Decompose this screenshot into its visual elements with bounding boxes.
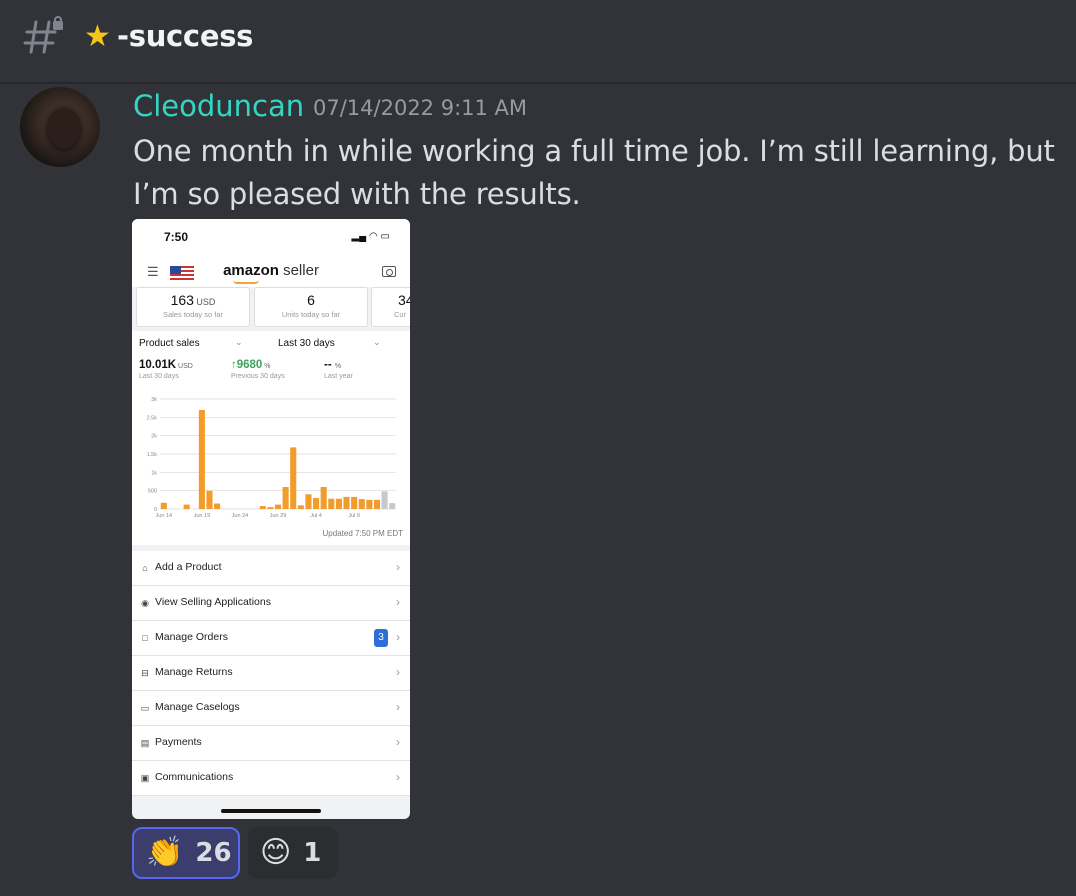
chart-bar (351, 496, 358, 509)
metric-select: Product sales (139, 338, 200, 349)
chart-bar (274, 504, 282, 509)
menu-item-view-selling-applications[interactable]: ◉ View Selling Applications › (132, 586, 410, 621)
chart-bar (206, 490, 213, 509)
y-tick-label: 500 (148, 489, 157, 495)
avatar[interactable] (20, 87, 100, 167)
reaction-count: 26 (195, 838, 232, 868)
kpi-strip: 163 USD Sales today so far 6 Units today… (132, 287, 410, 329)
star-emoji-icon: ★ (84, 19, 111, 54)
metric-value: 10.01K USD (139, 359, 193, 371)
chart-bar (183, 504, 190, 509)
y-tick-label: 1.5k (147, 452, 158, 458)
orders-count-badge: 3 (374, 629, 388, 647)
channel-header: ★ -success (0, 0, 1076, 84)
home-indicator (221, 809, 321, 813)
chevron-right-icon: › (396, 630, 400, 644)
chevron-right-icon: › (396, 560, 400, 574)
x-tick-label: Jun 29 (270, 513, 287, 519)
chart-bar (335, 498, 342, 509)
return-icon: ⊟ (141, 668, 149, 678)
chart-bar (305, 494, 312, 509)
sales-chart-card: Product sales ⌄ Last 30 days ⌄ 10.01K US… (132, 331, 410, 545)
reaction-clap[interactable]: 👏 26 (132, 827, 240, 879)
x-tick-label: Jul 4 (310, 513, 322, 519)
reaction-smile[interactable]: 😊 1 (248, 827, 338, 879)
signal-wifi-battery-icon: ▂▄ ◠ ▭ (351, 231, 390, 242)
phone-status-bar: 7:50 ▂▄ ◠ ▭ (132, 219, 410, 257)
chart-bar (160, 502, 167, 509)
camera-icon (382, 266, 396, 277)
sales-bar-chart: 05001k1.5k2k2.5k3kJun 14 Jun 19 Jun 24 Jun … (147, 397, 396, 519)
updated-label: Updated 7:50 PM EDT (322, 529, 403, 538)
chart-bar (297, 505, 304, 509)
y-tick-label: 2k (151, 434, 157, 440)
app-bar: ☰ amazon seller (132, 257, 410, 287)
eye-icon: ◉ (141, 598, 149, 608)
menu-item-payments[interactable]: ▤ Payments › (132, 726, 410, 761)
tag-icon: ⌂ (142, 563, 148, 573)
x-tick-label: Jun 24 (232, 513, 249, 519)
chart-bar (381, 491, 388, 509)
x-tick-label: Jul 9 (348, 513, 360, 519)
chart-bar (259, 506, 266, 509)
chart-bar (320, 487, 327, 509)
chart-bar (282, 487, 289, 509)
metric-label: Last 30 days (139, 373, 179, 380)
kpi-card: 6 Units today so far (254, 287, 368, 327)
chart-bar (343, 496, 350, 509)
y-tick-label: 2.5k (147, 415, 158, 421)
metric-value: -- % (324, 359, 342, 371)
chart-bar (328, 498, 335, 509)
chevron-right-icon: › (396, 665, 400, 679)
reaction-count: 1 (303, 838, 322, 868)
x-tick-label: Jun 14 (156, 513, 173, 519)
message-text: One month in while working a full time j… (133, 134, 1055, 211)
x-tick-label: Jun 19 (194, 513, 211, 519)
messages-icon: ▣ (140, 773, 150, 783)
chart-bar (267, 507, 274, 509)
hash-lock-icon (23, 16, 63, 54)
menu-item-add-product[interactable]: ⌂ Add a Product › (132, 551, 410, 586)
metric-label: Previous 30 days (231, 373, 285, 380)
card-icon: ▤ (140, 738, 150, 748)
menu-item-manage-caselogs[interactable]: ▭ Manage Caselogs › (132, 691, 410, 726)
image-attachment[interactable]: 7:50 ▂▄ ◠ ▭ ☰ amazon seller 163 USD Sale… (132, 219, 410, 819)
range-select: Last 30 days (278, 338, 335, 349)
status-time: 7:50 (164, 230, 189, 244)
metric-label: Last year (324, 373, 353, 380)
menu-item-communications[interactable]: ▣ Communications › (132, 761, 410, 796)
chart-bar (214, 503, 221, 509)
menu-item-manage-returns[interactable]: ⊟ Manage Returns › (132, 656, 410, 691)
smiling-face-icon: 😊 (260, 835, 292, 870)
message-author[interactable]: Cleoduncan (133, 88, 304, 124)
chart-bar (389, 503, 396, 509)
message-timestamp: 07/14/2022 9:11 AM (313, 96, 528, 120)
kpi-card: 163 USD Sales today so far (136, 287, 250, 327)
metric-value: ↑9680 % (231, 359, 271, 371)
chart-bar (313, 498, 320, 509)
menu-list: ⌂ Add a Product › ◉ View Selling Applica… (132, 551, 410, 796)
chart-bar (358, 499, 365, 509)
chat-icon: ▭ (140, 703, 150, 713)
chevron-right-icon: › (396, 770, 400, 784)
channel-name: -success (117, 19, 254, 53)
menu-item-manage-orders[interactable]: □ Manage Orders 3 › (132, 621, 410, 656)
amazon-smile-icon (233, 280, 259, 284)
chart-bar (290, 447, 297, 509)
chevron-right-icon: › (396, 595, 400, 609)
clapping-hands-icon: 👏 (146, 835, 184, 870)
app-title: amazon seller (223, 262, 319, 279)
kpi-card: 34 Cur (371, 287, 410, 327)
y-tick-label: 3k (151, 397, 157, 403)
chart-bar (373, 499, 381, 509)
chevron-right-icon: › (396, 735, 400, 749)
chart-bar (366, 499, 373, 509)
chevron-down-icon: ⌄ (373, 337, 381, 347)
chevron-down-icon: ⌄ (235, 337, 243, 347)
y-tick-label: 1k (151, 470, 157, 476)
chart-bar (198, 410, 205, 509)
box-icon: □ (142, 633, 148, 643)
chevron-right-icon: › (396, 700, 400, 714)
